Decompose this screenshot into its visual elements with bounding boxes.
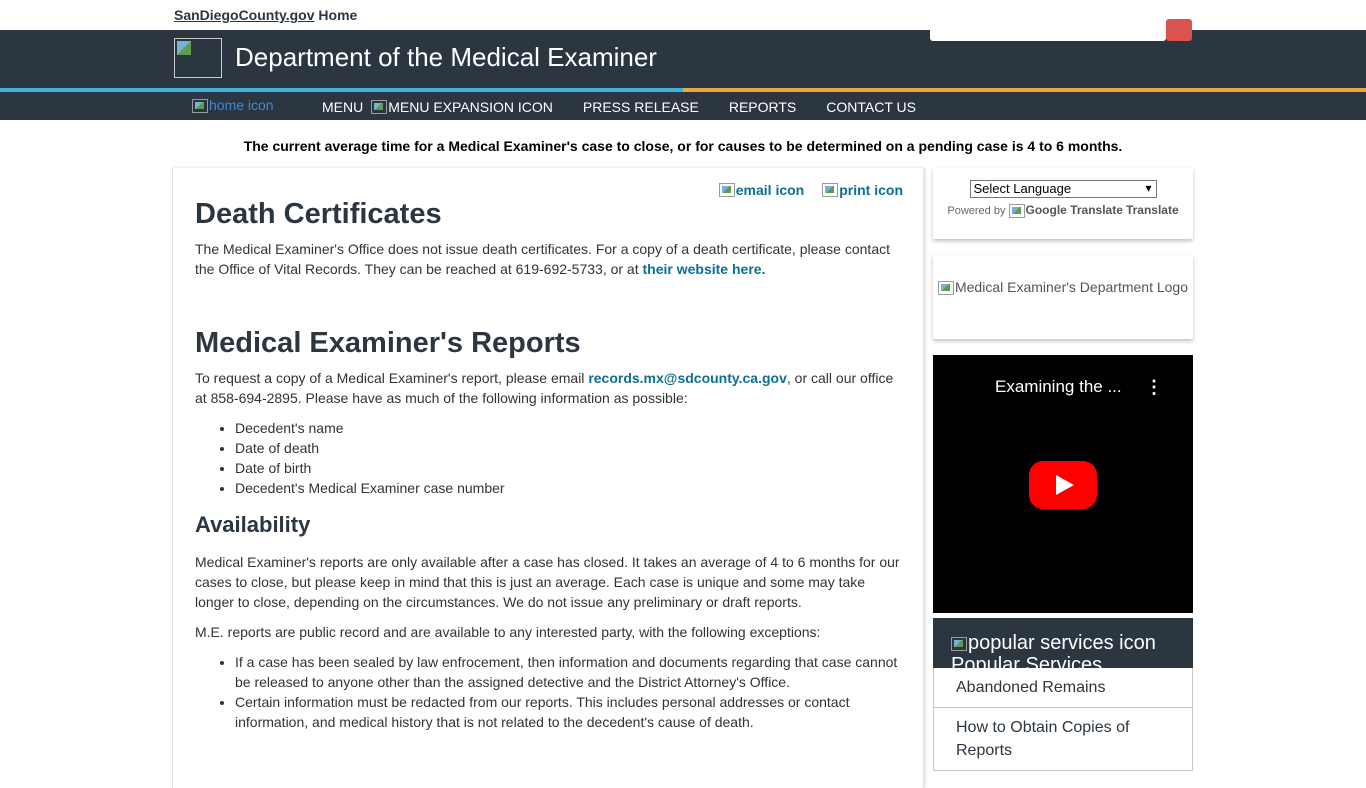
popular-item-obtain-copies[interactable]: How to Obtain Copies of Reports <box>933 708 1193 771</box>
print-icon[interactable]: print icon <box>822 182 903 198</box>
county-home-link[interactable]: SanDiegoCounty.gov Home <box>174 7 357 23</box>
broken-image-icon <box>937 281 954 296</box>
email-icon[interactable]: email icon <box>718 182 805 198</box>
home-icon[interactable]: home icon <box>192 97 274 114</box>
site-title: Department of the Medical Examiner <box>235 42 657 72</box>
nav-item-press-release[interactable]: PRESS RELEASE <box>583 99 699 115</box>
home-icon-alt: home icon <box>209 97 274 113</box>
availability-heading: Availability <box>195 512 311 537</box>
powered-by: Powered by Google Translate Translate <box>933 203 1193 219</box>
menu-toggle[interactable]: MENU MENU EXPANSION ICON <box>322 99 553 115</box>
broken-image-icon <box>371 100 388 114</box>
vital-records-link[interactable]: their website here. <box>643 261 766 277</box>
list-item: If a case has been sealed by law enfroce… <box>235 652 905 692</box>
google-translate-logo-icon <box>1008 204 1025 219</box>
google-translate-alt: Google Translate <box>1025 203 1123 217</box>
play-icon[interactable] <box>1029 461 1097 509</box>
menu-expansion-icon[interactable]: MENU EXPANSION ICON <box>371 99 553 115</box>
list-item: Decedent's name <box>235 418 905 438</box>
death-certificates-text: The Medical Examiner's Office does not i… <box>195 239 905 279</box>
email-icon-alt: email icon <box>735 182 805 198</box>
nav-item-reports[interactable]: REPORTS <box>729 99 796 115</box>
list-item: Date of death <box>235 438 905 458</box>
broken-image-icon <box>718 183 735 197</box>
menu-label: MENU <box>322 99 364 115</box>
video-more-icon[interactable]: ⋮ <box>1145 377 1163 398</box>
translate-widget: Select Language Powered by Google Transl… <box>933 168 1193 239</box>
popular-services-header: popular services icon Popular Services <box>933 618 1193 668</box>
translate-link[interactable]: Translate <box>1126 203 1179 217</box>
search-area <box>930 17 1192 41</box>
popular-item-abandoned-remains[interactable]: Abandoned Remains <box>933 668 1193 708</box>
department-logo-alt: Medical Examiner's Department Logo <box>954 279 1188 295</box>
popular-services-title: Popular Services <box>951 654 1103 668</box>
main-content: email icon print icon Death Certificates… <box>172 168 924 788</box>
search-button[interactable] <box>1166 19 1192 41</box>
main-nav: home icon MENU MENU EXPANSION ICON PRESS… <box>0 92 1366 120</box>
county-logo-icon[interactable] <box>174 38 222 78</box>
exceptions-list: If a case has been sealed by law enfroce… <box>195 652 905 732</box>
popular-services: popular services icon Popular Services A… <box>933 618 1193 771</box>
video-embed[interactable]: Examining the ... ⋮ <box>933 355 1193 613</box>
language-select[interactable]: Select Language <box>969 180 1157 198</box>
article: Death Certificates The Medical Examiner'… <box>195 198 905 746</box>
menu-expansion-alt: MENU EXPANSION ICON <box>388 99 553 115</box>
death-certificates-body: The Medical Examiner's Office does not i… <box>195 241 890 277</box>
home-label[interactable]: Home <box>318 7 357 23</box>
list-item: Certain information must be redacted fro… <box>235 692 905 732</box>
broken-image-icon <box>192 99 208 114</box>
popular-services-icon <box>951 636 967 651</box>
county-link-text[interactable]: SanDiegoCounty.gov <box>174 7 315 23</box>
required-info-list: Decedent's name Date of death Date of bi… <box>195 418 905 498</box>
department-logo: Medical Examiner's Department Logo <box>933 255 1193 339</box>
search-input[interactable] <box>930 17 1166 41</box>
list-item: Date of birth <box>235 458 905 478</box>
broken-image-icon <box>822 183 839 197</box>
sidebar: Select Language Powered by Google Transl… <box>933 168 1193 771</box>
reports-heading: Medical Examiner's Reports <box>195 327 581 359</box>
case-time-notice: The current average time for a Medical E… <box>243 138 1123 154</box>
availability-paragraph-1: Medical Examiner's reports are only avai… <box>195 554 900 610</box>
nav-item-contact-us[interactable]: CONTACT US <box>826 99 916 115</box>
reports-text-before: To request a copy of a Medical Examiner'… <box>195 370 589 386</box>
list-item: Decedent's Medical Examiner case number <box>235 478 905 498</box>
reports-text: To request a copy of a Medical Examiner'… <box>195 368 905 408</box>
nav-menu: MENU MENU EXPANSION ICON PRESS RELEASE R… <box>322 99 946 115</box>
death-certificates-heading: Death Certificates <box>195 198 442 230</box>
powered-by-label: Powered by <box>947 205 1006 217</box>
popular-services-icon-alt: popular services icon <box>968 632 1156 654</box>
video-title[interactable]: Examining the ... <box>995 377 1122 397</box>
records-email-link[interactable]: records.mx@sdcounty.ca.gov <box>588 370 787 386</box>
utility-bar: SanDiegoCounty.gov Home <box>0 0 1366 41</box>
print-icon-alt: print icon <box>839 182 903 198</box>
page-tools: email icon print icon <box>701 182 903 198</box>
availability-paragraph-2: M.E. reports are public record and are a… <box>195 624 821 640</box>
